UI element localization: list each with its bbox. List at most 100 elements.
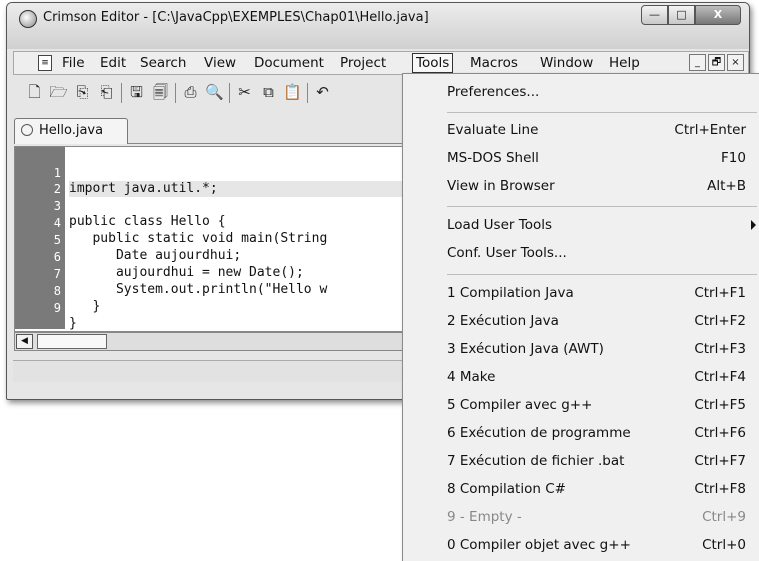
menu-item-user-tool-1[interactable]: 1 Compilation Java Ctrl+F1 bbox=[403, 279, 759, 307]
horizontal-scrollbar[interactable]: ◀ bbox=[14, 332, 406, 351]
code-line[interactable]: 2 bbox=[15, 165, 405, 196]
code-line[interactable]: 3 public class Hello { bbox=[15, 182, 405, 229]
menu-item-shortcut: Ctrl+F3 bbox=[694, 341, 746, 357]
menu-help[interactable]: Help bbox=[609, 55, 640, 71]
menu-item-user-tool-0[interactable]: 0 Compiler objet avec g++ Ctrl+0 bbox=[403, 531, 759, 559]
menu-view[interactable]: View bbox=[204, 55, 236, 71]
new-file-icon[interactable]: 🗋 bbox=[25, 83, 44, 102]
document-tab-strip: Hello.java bbox=[14, 118, 406, 144]
menu-tools[interactable]: Tools bbox=[412, 53, 454, 73]
cut-icon[interactable]: ✂ bbox=[235, 83, 254, 102]
menu-item-ms-dos-shell[interactable]: MS-DOS Shell F10 bbox=[403, 144, 759, 172]
document-system-menu-icon[interactable]: ≡ bbox=[38, 55, 52, 71]
open-folder-icon[interactable]: 🗁 bbox=[49, 83, 68, 102]
print-icon[interactable]: ⎙ bbox=[181, 83, 200, 102]
menu-search[interactable]: Search bbox=[140, 55, 186, 71]
code-line[interactable]: 8 } bbox=[15, 267, 405, 314]
mdi-close-button[interactable]: × bbox=[727, 54, 744, 71]
menu-item-user-tool-6[interactable]: 6 Exécution de programme Ctrl+F6 bbox=[403, 419, 759, 447]
mdi-restore-button[interactable]: 🗗 bbox=[708, 54, 725, 71]
menu-edit[interactable]: Edit bbox=[100, 55, 126, 71]
line-number: 9 bbox=[53, 301, 61, 315]
menu-item-shortcut: Alt+B bbox=[707, 178, 746, 194]
tab-label: Hello.java bbox=[39, 123, 104, 138]
mdi-controls: _ 🗗 × bbox=[689, 54, 744, 71]
title-bar[interactable]: Crimson Editor - [C:\JavaCpp\EXEMPLES\Ch… bbox=[7, 3, 749, 49]
toolbar-separator bbox=[229, 83, 230, 103]
line-code: } bbox=[69, 299, 101, 314]
mdi-minimize-button[interactable]: _ bbox=[689, 54, 706, 71]
menu-item-user-tool-4[interactable]: 4 Make Ctrl+F4 bbox=[403, 363, 759, 391]
menu-item-view-in-browser[interactable]: View in Browser Alt+B bbox=[403, 172, 759, 200]
menu-item-shortcut: Ctrl+F2 bbox=[694, 313, 746, 329]
menu-item-user-tool-3[interactable]: 3 Exécution Java (AWT) Ctrl+F3 bbox=[403, 335, 759, 363]
menu-document[interactable]: Document bbox=[254, 55, 324, 71]
menu-item-user-tool-5[interactable]: 5 Compiler avec g++ Ctrl+F5 bbox=[403, 391, 759, 419]
menu-bar: ≡ File Edit Search View Document Project… bbox=[13, 51, 749, 75]
copy-icon[interactable]: ⧉ bbox=[259, 83, 278, 102]
menu-item-user-tool-7[interactable]: 7 Exécution de fichier .bat Ctrl+F7 bbox=[403, 447, 759, 475]
menu-item-shortcut: Ctrl+F7 bbox=[694, 453, 746, 469]
undo-icon[interactable]: ↶ bbox=[313, 83, 332, 102]
window-controls: — □ X bbox=[641, 5, 741, 25]
menu-item-label: 1 Compilation Java bbox=[447, 285, 574, 301]
menu-item-load-user-tools[interactable]: Load User Tools bbox=[403, 211, 759, 239]
code-editor[interactable]: 1 import java.util.*; 2 3 public class H… bbox=[14, 146, 406, 332]
scroll-left-arrow-icon[interactable]: ◀ bbox=[16, 334, 33, 349]
menu-item-label: 9 - Empty - bbox=[447, 509, 522, 525]
menu-item-shortcut: Ctrl+F5 bbox=[694, 397, 746, 413]
menu-item-conf-user-tools[interactable]: Conf. User Tools... bbox=[403, 239, 759, 267]
menu-item-label: 3 Exécution Java (AWT) bbox=[447, 341, 604, 357]
file-icon bbox=[21, 124, 33, 136]
menu-item-shortcut: Ctrl+F6 bbox=[694, 425, 746, 441]
code-line[interactable]: 7 System.out.println("Hello w bbox=[15, 250, 405, 297]
maximize-button[interactable]: □ bbox=[668, 5, 695, 25]
menu-separator bbox=[447, 206, 757, 207]
menu-file[interactable]: File bbox=[62, 55, 85, 71]
menu-item-shortcut: Ctrl+Enter bbox=[674, 122, 746, 138]
menu-separator bbox=[447, 274, 757, 275]
menu-item-shortcut: Ctrl+F8 bbox=[694, 481, 746, 497]
menu-window[interactable]: Window bbox=[540, 55, 593, 71]
menu-item-evaluate-line[interactable]: Evaluate Line Ctrl+Enter bbox=[403, 116, 759, 144]
print-preview-icon[interactable]: 🔍 bbox=[205, 83, 224, 102]
open-remote-icon[interactable]: ⎘ bbox=[73, 83, 92, 102]
minimize-button[interactable]: — bbox=[641, 5, 668, 25]
submenu-arrow-icon bbox=[751, 220, 756, 230]
menu-separator bbox=[447, 112, 757, 113]
code-line[interactable]: 5 Date aujourdhui; bbox=[15, 216, 405, 263]
code-line[interactable]: 9 } bbox=[15, 284, 405, 331]
menu-item-label: 7 Exécution de fichier .bat bbox=[447, 453, 625, 469]
menu-item-preferences[interactable]: Preferences... bbox=[403, 78, 759, 106]
code-line[interactable]: 4 public static void main(String bbox=[15, 199, 405, 246]
paste-icon[interactable]: 📋 bbox=[283, 83, 302, 102]
menu-item-label: View in Browser bbox=[447, 178, 555, 194]
scrollbar-thumb[interactable] bbox=[37, 334, 107, 349]
close-button[interactable]: X bbox=[695, 5, 741, 25]
menu-item-shortcut: Ctrl+0 bbox=[702, 537, 746, 553]
menu-item-label: 0 Compiler objet avec g++ bbox=[447, 537, 631, 553]
menu-item-user-tool-8[interactable]: 8 Compilation C# Ctrl+F8 bbox=[403, 475, 759, 503]
reopen-icon[interactable]: ⎗ bbox=[97, 83, 116, 102]
menu-item-label: Load User Tools bbox=[447, 217, 552, 233]
toolbar-separator bbox=[307, 83, 308, 103]
menu-item-label: 5 Compiler avec g++ bbox=[447, 397, 593, 413]
code-line[interactable]: 1 import java.util.*; bbox=[15, 149, 405, 197]
menu-item-label: Conf. User Tools... bbox=[447, 245, 567, 261]
menu-item-label: Preferences... bbox=[447, 84, 540, 100]
menu-item-shortcut: Ctrl+F1 bbox=[694, 285, 746, 301]
save-all-icon[interactable]: 🗐 bbox=[151, 83, 170, 102]
tab-hello-java[interactable]: Hello.java bbox=[14, 118, 128, 144]
save-icon[interactable]: 🖫 bbox=[127, 83, 146, 102]
menu-item-label: MS-DOS Shell bbox=[447, 150, 539, 166]
menu-macros[interactable]: Macros bbox=[470, 55, 518, 71]
code-line[interactable]: 6 aujourdhui = new Date(); bbox=[15, 233, 405, 280]
menu-item-label: 8 Compilation C# bbox=[447, 481, 566, 497]
crimson-editor-app-icon[interactable] bbox=[19, 10, 37, 28]
window-title: Crimson Editor - [C:\JavaCpp\EXEMPLES\Ch… bbox=[43, 10, 429, 25]
menu-item-user-tool-2[interactable]: 2 Exécution Java Ctrl+F2 bbox=[403, 307, 759, 335]
menu-item-shortcut: Ctrl+9 bbox=[702, 509, 746, 525]
menu-item-shortcut: F10 bbox=[721, 150, 746, 166]
menu-project[interactable]: Project bbox=[340, 55, 386, 71]
menu-item-label: 6 Exécution de programme bbox=[447, 425, 631, 441]
